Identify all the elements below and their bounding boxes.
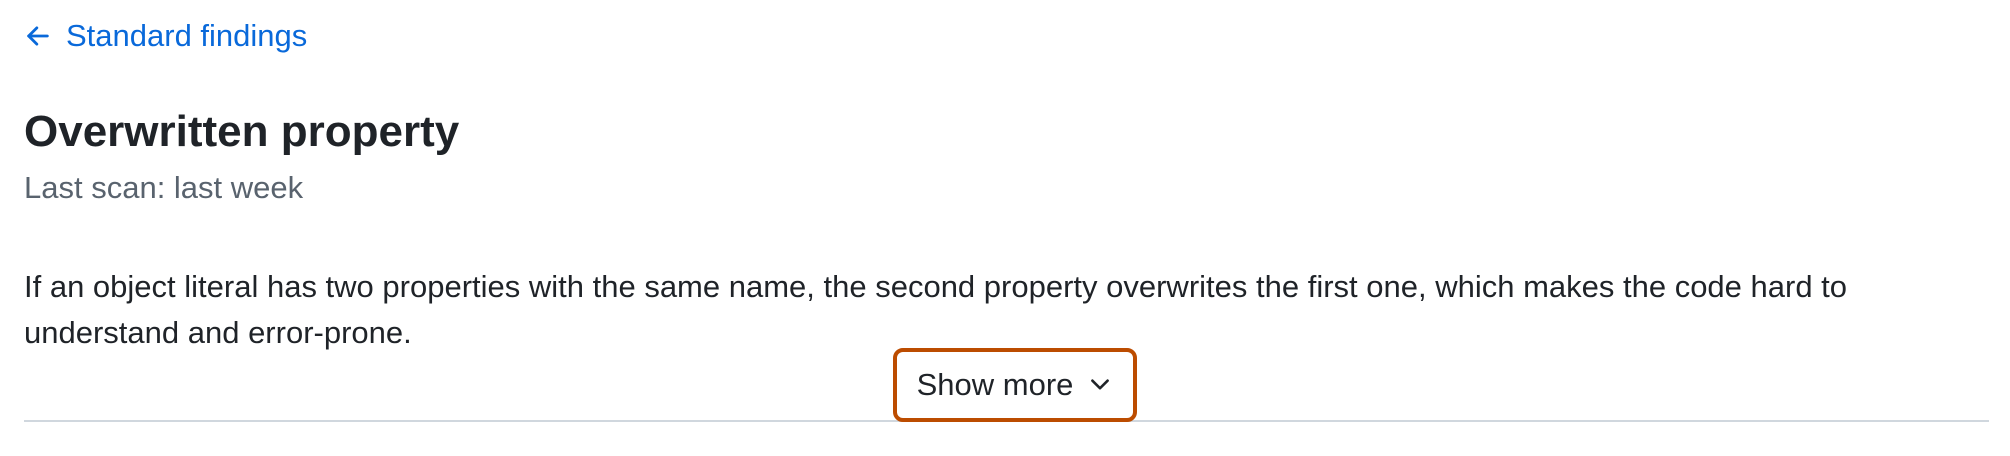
back-link-label: Standard findings	[66, 18, 308, 53]
finding-description: If an object literal has two properties …	[24, 269, 1848, 350]
back-link-standard-findings[interactable]: Standard findings	[24, 18, 307, 54]
page-title: Overwritten property	[24, 107, 460, 156]
show-more-button[interactable]: Show more	[893, 348, 1137, 422]
show-more-label: Show more	[916, 367, 1074, 402]
finding-page: Standard findings Overwritten property L…	[24, 0, 1989, 456]
arrow-left-icon	[24, 22, 52, 50]
last-scan-text: Last scan: last week	[24, 170, 304, 205]
chevron-down-icon	[1087, 372, 1113, 398]
